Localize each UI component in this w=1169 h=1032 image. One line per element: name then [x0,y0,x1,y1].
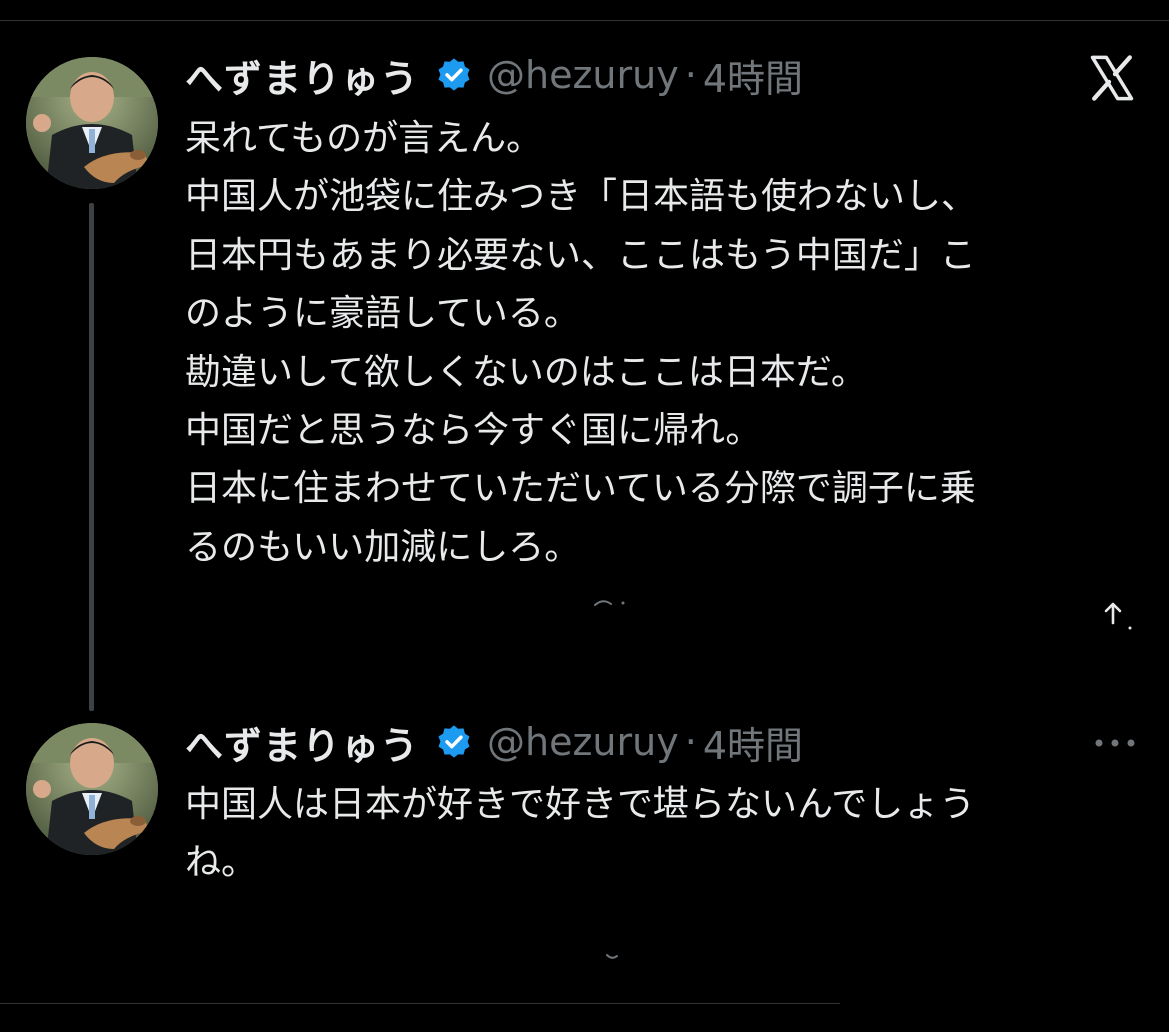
action-bar-partial-icon [606,954,618,959]
action-bar-partial-icon [594,600,625,606]
tweet-text-line: 日本に住まわせていただいている分際で調子に乗 [185,468,976,510]
x-logo-icon [1090,55,1134,101]
tweet[interactable]: へずまりゅう @hezuruy · 4時間 中国人は日本が好きで好きで堪らないん… [0,690,1169,990]
avatar[interactable] [26,723,158,855]
tweet[interactable]: へずまりゅう @hezuruy · 4時間 呆れてものが言えん。 中国人が池袋に… [0,0,1169,690]
display-name[interactable]: へずまりゅう [185,48,419,103]
tweet-header: へずまりゅう @hezuruy · 4時間 [185,715,803,770]
share-icon[interactable] [1097,597,1133,633]
handle[interactable]: @hezuruy [487,53,679,97]
tweet-header: へずまりゅう @hezuruy · 4時間 [185,48,803,103]
tweet-text: 中国人は日本が好きで好きで堪らないんでしょう ね。 [185,776,1145,893]
verified-badge-icon [438,725,470,758]
tweet-text-line: 中国人は日本が好きで好きで堪らないんでしょう [185,784,976,825]
tweet-text: 呆れてものが言えん。 中国人が池袋に住みつき「日本語も使わないし、 日本円もあま… [185,110,1145,577]
verified-badge-icon [438,58,470,91]
tweet-text-line: 勘違いして欲しくないのはここは日本だ。 [185,351,867,393]
handle[interactable]: @hezuruy [487,720,679,764]
bottom-divider [0,1003,840,1004]
separator-dot: · [684,53,697,97]
timestamp[interactable]: 4時間 [703,48,803,103]
tweet-text-line: 中国人が池袋に住みつき「日本語も使わないし、 [185,176,978,218]
tweet-text-line: 日本円もあまり必要ない、ここはもう中国だ」こ [185,234,976,276]
tweet-text-line: のように豪語している。 [185,293,580,335]
timestamp[interactable]: 4時間 [703,715,803,770]
more-options-icon[interactable] [1093,737,1137,749]
display-name[interactable]: へずまりゅう [185,715,419,770]
separator-dot: · [684,720,697,764]
avatar-image [26,57,158,189]
tweet-text-line: 中国だと思うなら今すぐ国に帰れ。 [185,410,762,452]
tweet-text-line: るのもいい加減にしろ。 [185,526,581,568]
tweet-text-line: ね。 [185,842,258,884]
avatar[interactable] [26,57,158,189]
avatar-image [26,723,158,855]
tweet-text-line: 呆れてものが言えん。 [185,118,543,159]
